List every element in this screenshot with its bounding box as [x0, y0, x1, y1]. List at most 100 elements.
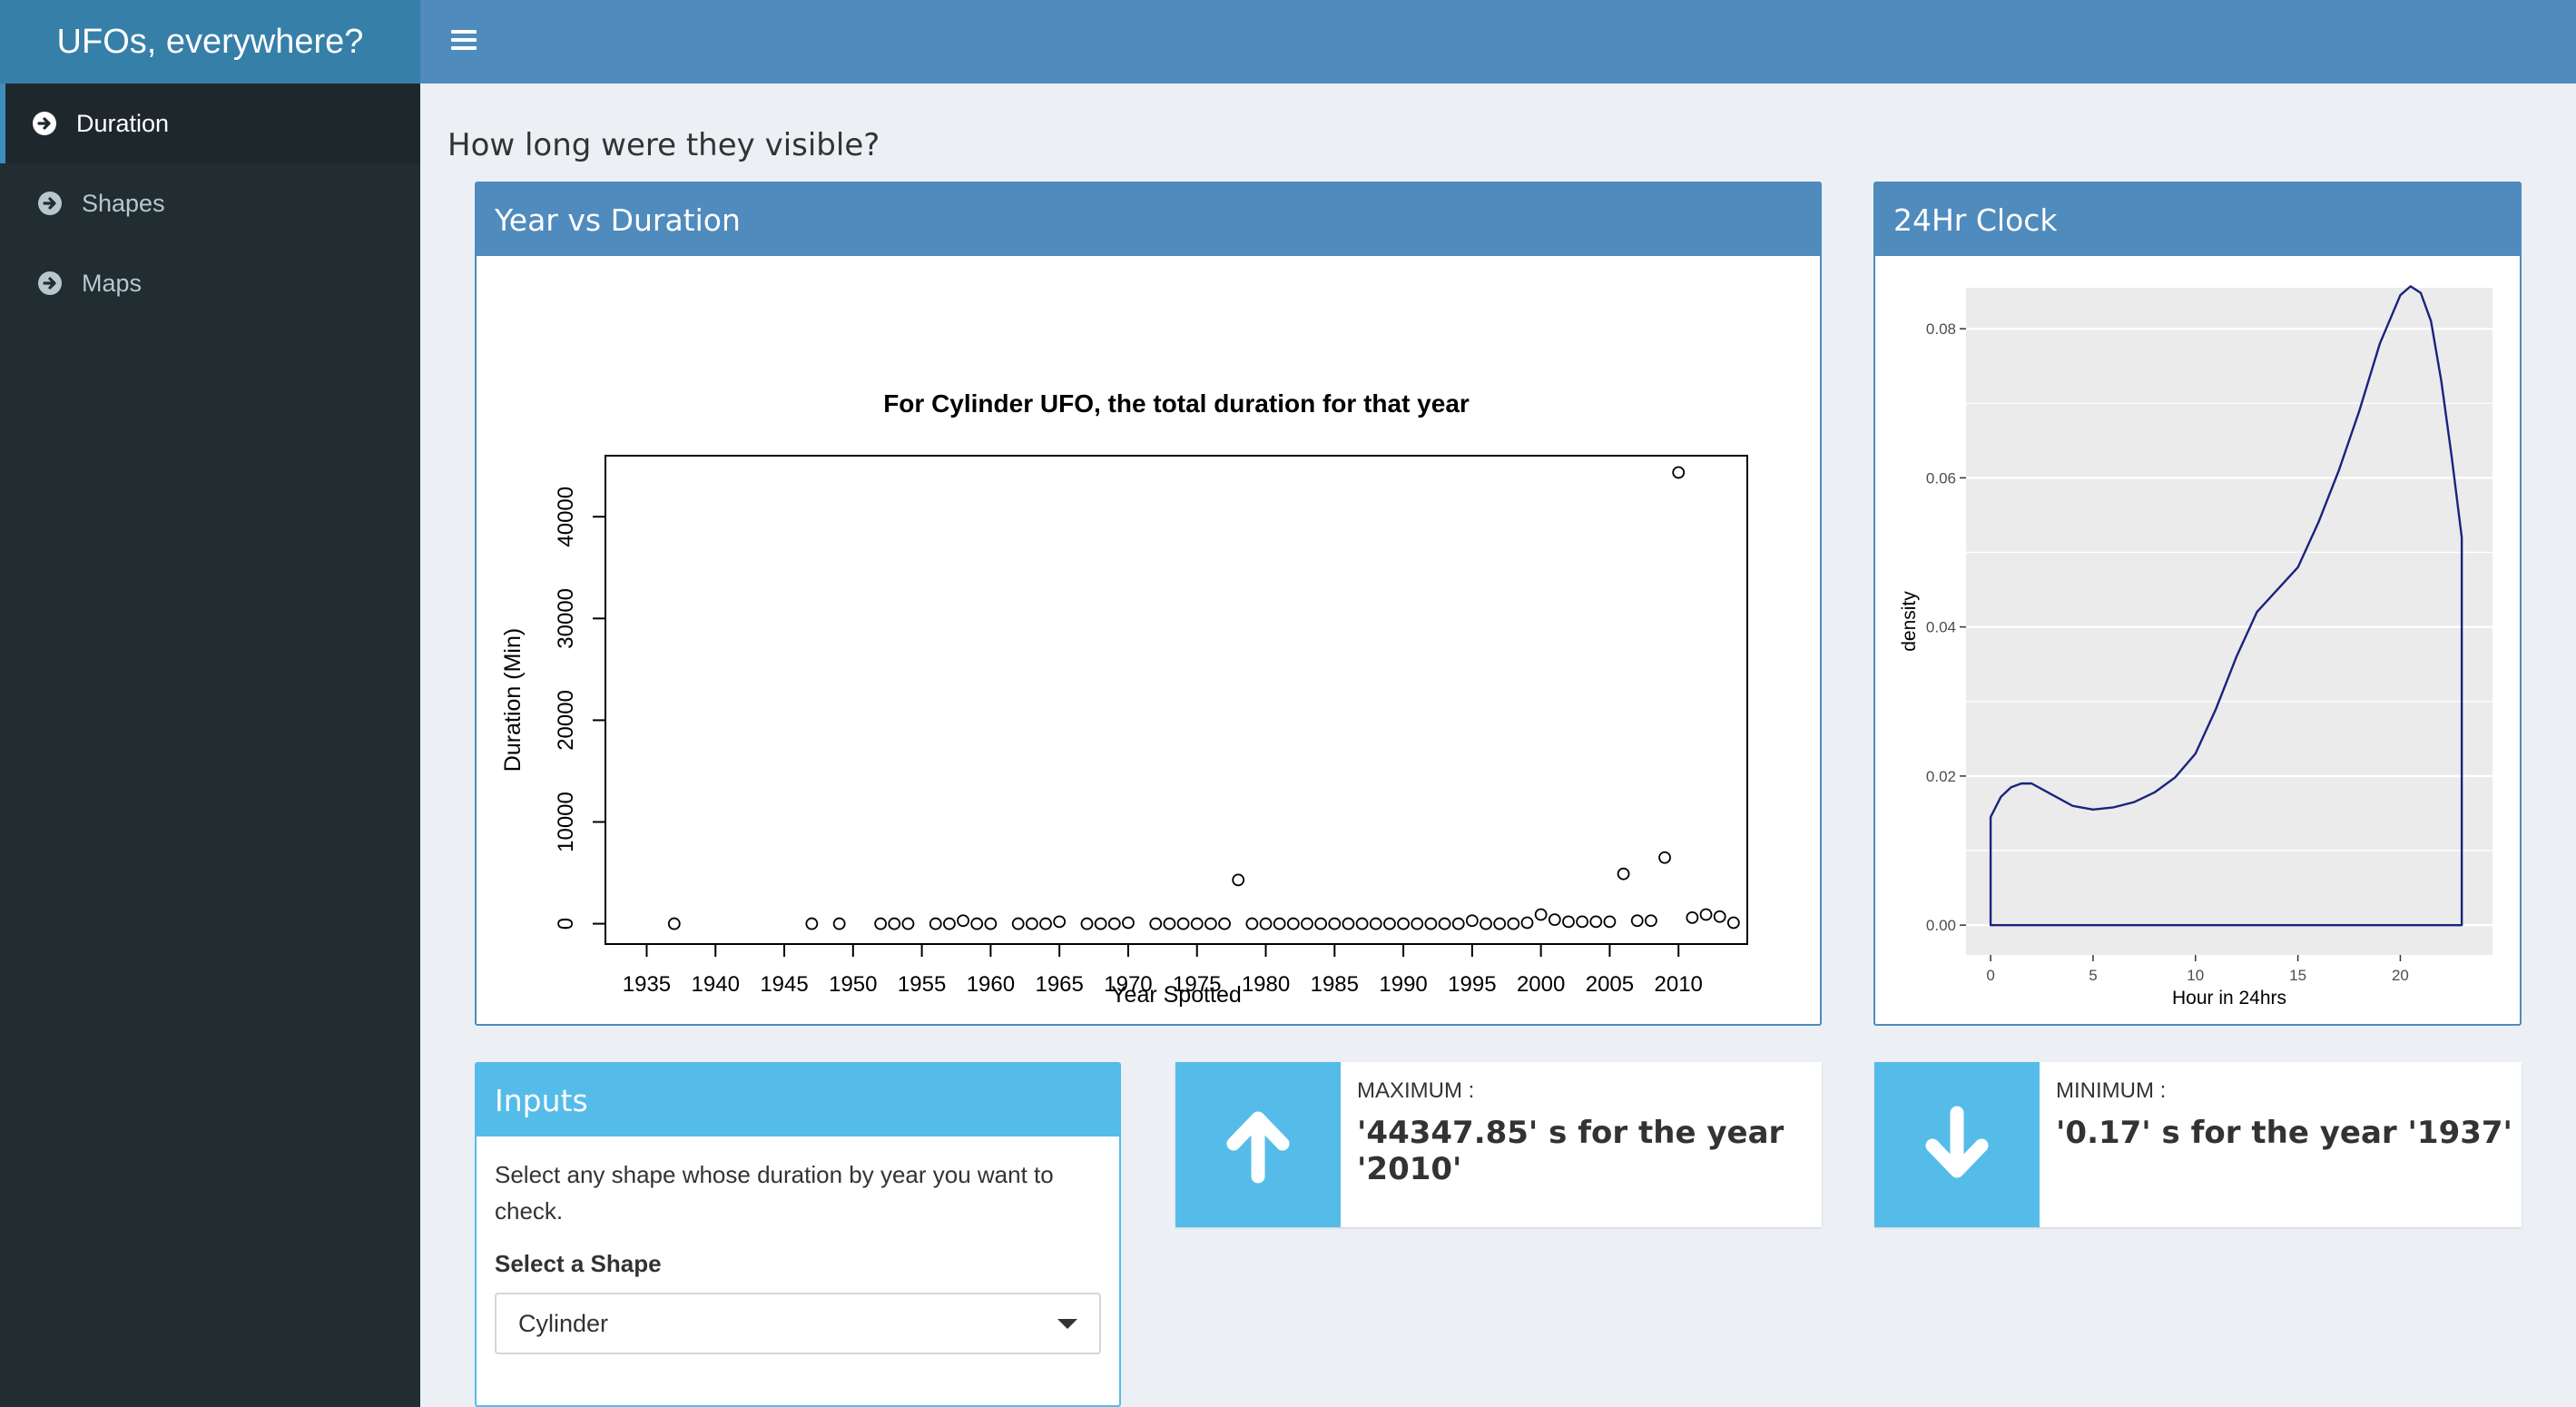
data-point	[1451, 917, 1465, 930]
data-point	[1438, 917, 1451, 930]
data-point	[929, 917, 942, 930]
y-tick-label: 0.04	[1926, 619, 1956, 636]
y-tick-label: 20000	[554, 690, 578, 751]
plot-frame	[605, 455, 1748, 945]
y-axis-label: density	[1899, 591, 1920, 652]
data-point	[1328, 917, 1342, 930]
data-point	[1576, 915, 1589, 929]
data-point	[1301, 917, 1313, 930]
arrow-circle-right-icon	[38, 271, 62, 295]
x-tick-label: 1950	[829, 972, 877, 997]
year-duration-box: Year vs Duration For Cylinder UFO, the t…	[475, 182, 1822, 1026]
x-tick-label: 2000	[1517, 972, 1565, 997]
y-tick-label: 0	[554, 918, 578, 930]
data-point	[667, 917, 681, 930]
data-point	[1369, 917, 1382, 930]
data-point	[1080, 917, 1094, 930]
sidebar-item-shapes[interactable]: Shapes	[0, 163, 420, 243]
inputs-help-text: Select any shape whose duration by year …	[495, 1161, 1054, 1225]
info-label: MAXIMUM :	[1357, 1078, 1475, 1103]
sidebar-item-label: Maps	[82, 269, 143, 297]
x-tick-label: 0	[1986, 967, 1994, 984]
x-tick-label: 2010	[1655, 972, 1703, 997]
y-tick-label: 0.06	[1926, 469, 1956, 487]
data-point	[1713, 910, 1726, 923]
clock-box: 24Hr Clock 0 5 10 15 20 0.00 0.02 0.04 0.06 0.08 H…	[1873, 182, 2522, 1026]
data-point	[1534, 908, 1548, 921]
y-tick-label: 0.00	[1926, 917, 1956, 934]
x-tick-label: 1955	[898, 972, 946, 997]
data-point	[1699, 908, 1713, 921]
data-point	[1383, 917, 1396, 930]
data-point	[1397, 917, 1410, 930]
data-point	[1355, 917, 1369, 930]
data-point	[805, 917, 819, 930]
data-point	[1630, 914, 1644, 928]
caret-down-icon	[1057, 1318, 1077, 1329]
data-point	[1107, 917, 1121, 930]
data-point	[1672, 466, 1686, 479]
data-point	[1273, 917, 1286, 930]
sidebar-toggle-icon[interactable]	[447, 25, 480, 58]
data-point	[1094, 917, 1107, 930]
top-navbar	[420, 0, 2576, 84]
page-title: How long were they visible?	[447, 127, 880, 163]
data-point	[1603, 915, 1617, 929]
x-tick-label: 20	[2392, 967, 2409, 984]
x-tick-label: 1940	[692, 972, 740, 997]
data-point	[1053, 915, 1067, 929]
data-point	[1163, 917, 1176, 930]
x-tick-label: 1990	[1379, 972, 1427, 997]
data-point	[1493, 917, 1507, 930]
data-point	[832, 917, 846, 930]
year-duration-chart: For Cylinder UFO, the total duration for…	[500, 389, 1748, 1008]
data-point	[1011, 917, 1025, 930]
data-point	[1218, 917, 1231, 930]
data-point	[943, 917, 956, 930]
shape-select[interactable]: Cylinder	[495, 1293, 1101, 1354]
arrow-circle-right-icon	[38, 192, 62, 215]
sidebar: Duration Shapes Maps	[0, 84, 420, 1407]
x-tick-label: 15	[2289, 967, 2306, 984]
info-label: MINIMUM :	[2056, 1078, 2167, 1103]
arrow-circle-right-icon	[33, 112, 56, 135]
app-logo[interactable]: UFOs, everywhere?	[0, 0, 420, 84]
data-point	[1465, 914, 1479, 928]
data-point	[1232, 873, 1245, 887]
data-point	[1480, 917, 1492, 930]
sidebar-item-duration[interactable]: Duration	[0, 84, 420, 163]
data-point	[1149, 917, 1163, 930]
y-axis-label: Duration (Min)	[500, 628, 526, 772]
x-tick-label: 1965	[1035, 972, 1083, 997]
data-point	[1259, 917, 1273, 930]
info-value: '44347.85' s for the year '2010'	[1357, 1115, 1785, 1187]
data-point	[1122, 916, 1135, 930]
data-point	[970, 917, 984, 930]
x-axis-label: Year Spotted	[1111, 982, 1242, 1008]
data-point	[901, 917, 915, 930]
data-point	[1726, 916, 1740, 930]
data-point	[1589, 915, 1603, 929]
sidebar-item-maps[interactable]: Maps	[0, 243, 420, 323]
data-point	[874, 917, 888, 930]
data-point	[1204, 917, 1217, 930]
shape-select-label: Select a Shape	[495, 1250, 662, 1277]
box-title: Inputs	[477, 1064, 1119, 1136]
hour-density-chart: 0 5 10 15 20 0.00 0.02 0.04 0.06 0.08 Hour in 24hr…	[1899, 285, 2492, 1009]
data-point	[1286, 917, 1300, 930]
arrow-up-icon	[1175, 1062, 1341, 1227]
data-point	[984, 917, 998, 930]
y-tick-label: 0.02	[1926, 768, 1956, 785]
data-point	[1658, 851, 1671, 864]
data-point	[1411, 917, 1424, 930]
x-tick-label: 1945	[760, 972, 808, 997]
shape-select-value: Cylinder	[518, 1310, 609, 1337]
sidebar-item-label: Shapes	[82, 189, 165, 217]
data-point	[1507, 917, 1520, 930]
y-tick-label: 30000	[554, 588, 578, 649]
minimum-info-box: MINIMUM : '0.17' s for the year '1937'	[1874, 1062, 2522, 1227]
data-point	[1245, 917, 1259, 930]
arrow-down-icon	[1874, 1062, 2040, 1227]
data-point	[1342, 917, 1355, 930]
data-point	[1520, 916, 1534, 930]
